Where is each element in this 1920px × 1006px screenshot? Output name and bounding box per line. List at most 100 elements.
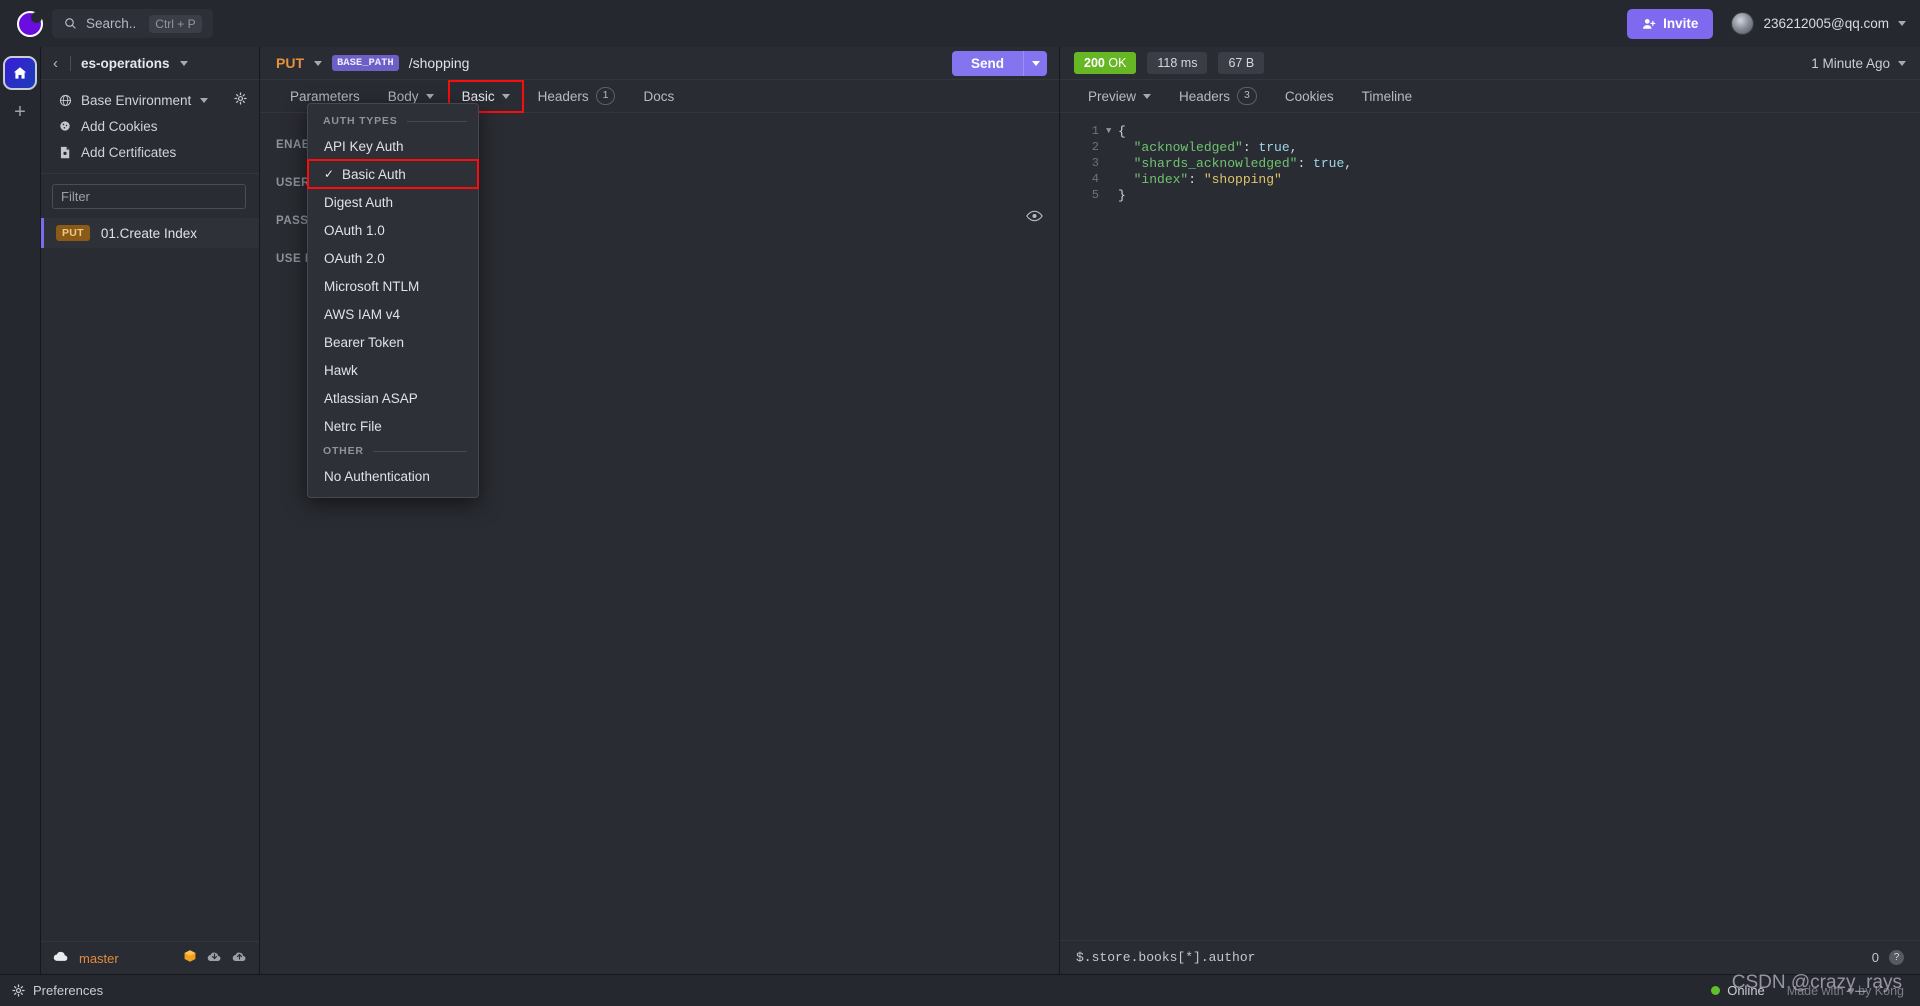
cookie-icon bbox=[58, 120, 72, 132]
package-icon[interactable] bbox=[183, 949, 197, 968]
jsonpath-filter-input[interactable]: $.store.books[*].author bbox=[1076, 950, 1862, 965]
method-selector[interactable]: PUT bbox=[276, 55, 304, 71]
chevron-down-icon bbox=[1143, 93, 1152, 99]
request-method-badge: PUT bbox=[56, 225, 90, 241]
line-number: 4 bbox=[1091, 172, 1099, 186]
menu-item-label: AWS IAM v4 bbox=[324, 306, 401, 322]
menu-item-label: Bearer Token bbox=[324, 334, 405, 350]
made-with-label: Made with ♥ by Kong bbox=[1786, 983, 1904, 998]
env-variable-chip[interactable]: BASE_PATH bbox=[332, 55, 399, 71]
main-area: + ‹ es-operations Base Environment Add C… bbox=[0, 47, 1920, 974]
sidebar-item-label: Base Environment bbox=[81, 92, 192, 108]
preferences-label: Preferences bbox=[33, 983, 104, 998]
menu-item-label: Microsoft NTLM bbox=[324, 278, 420, 294]
gear-icon[interactable] bbox=[234, 92, 247, 108]
auth-type-dropdown-menu[interactable]: AUTH TYPES API Key Auth ✓ Basic Auth Digest… bbox=[307, 103, 479, 498]
add-person-icon bbox=[1643, 18, 1656, 29]
menu-item-label: Atlassian ASAP bbox=[324, 390, 418, 406]
menu-item-digest-auth[interactable]: Digest Auth bbox=[308, 188, 478, 216]
menu-item-atlassian-asap[interactable]: Atlassian ASAP bbox=[308, 384, 478, 412]
chevron-down-icon[interactable] bbox=[314, 60, 322, 66]
insomnia-logo-icon bbox=[17, 10, 43, 37]
online-status: Online bbox=[1711, 983, 1765, 998]
status-bar: Preferences Online Made with ♥ by Kong C… bbox=[0, 972, 1920, 1006]
menu-item-label: No Authentication bbox=[324, 468, 430, 484]
filter-input[interactable] bbox=[52, 184, 246, 209]
search-placeholder: Search.. bbox=[86, 16, 137, 31]
send-options-button[interactable] bbox=[1023, 50, 1047, 76]
menu-item-oauth-2-0[interactable]: OAuth 2.0 bbox=[308, 244, 478, 272]
home-button[interactable] bbox=[3, 56, 37, 90]
push-icon[interactable] bbox=[232, 949, 247, 967]
response-tabs: Preview Headers 3 Cookies Timeline bbox=[1060, 80, 1920, 113]
sidebar-filter-row bbox=[41, 174, 293, 218]
send-button[interactable]: Send bbox=[951, 50, 1023, 76]
menu-item-no-authentication[interactable]: No Authentication bbox=[308, 462, 478, 490]
response-history-dropdown[interactable]: 1 Minute Ago bbox=[1811, 56, 1906, 71]
app-window: Search.. Ctrl + P Invite 236212005@qq.co… bbox=[0, 0, 1920, 1006]
preferences-button[interactable]: Preferences bbox=[12, 983, 103, 998]
account-menu[interactable]: 236212005@qq.com bbox=[1731, 12, 1906, 35]
code-text: { bbox=[1118, 123, 1126, 139]
menu-item-label: OAuth 1.0 bbox=[324, 222, 385, 238]
menu-section-other: OTHER bbox=[308, 440, 478, 462]
divider bbox=[372, 450, 467, 452]
workspace-name: es-operations bbox=[81, 55, 170, 71]
code-line: 3 "shards_acknowledged": true, bbox=[1060, 155, 1920, 171]
back-icon[interactable]: ‹ bbox=[51, 56, 60, 71]
code-text: } bbox=[1118, 187, 1126, 203]
home-icon bbox=[13, 67, 27, 79]
tab-headers[interactable]: Headers 1 bbox=[524, 80, 630, 113]
pull-icon[interactable] bbox=[207, 949, 222, 967]
response-time: 118 ms bbox=[1147, 52, 1208, 74]
chevron-down-icon[interactable] bbox=[179, 60, 188, 66]
response-pane: 200 OK 118 ms 67 B 1 Minute Ago Preview … bbox=[1060, 47, 1920, 974]
search-input[interactable]: Search.. Ctrl + P bbox=[52, 9, 213, 38]
code-text: "shards_acknowledged": true, bbox=[1133, 155, 1353, 171]
fold-toggle-icon[interactable]: ▼ bbox=[1106, 126, 1118, 136]
sidebar-item-add-certificates[interactable]: Add Certificates bbox=[41, 139, 259, 165]
git-branch-label[interactable]: master bbox=[79, 951, 119, 966]
add-workspace-button[interactable]: + bbox=[14, 102, 26, 122]
invite-button[interactable]: Invite bbox=[1627, 8, 1714, 39]
sidebar-item-base-environment[interactable]: Base Environment bbox=[41, 87, 259, 113]
divider bbox=[70, 55, 71, 71]
list-item[interactable]: PUT 01.Create Index bbox=[41, 218, 259, 248]
tab-docs[interactable]: Docs bbox=[629, 80, 688, 113]
icon-rail: + bbox=[0, 47, 41, 974]
tab-timeline[interactable]: Timeline bbox=[1348, 80, 1427, 113]
code-line: 2 "acknowledged": true, bbox=[1060, 139, 1920, 155]
sidebar-item-label: Add Certificates bbox=[81, 144, 177, 160]
code-text: "acknowledged": true, bbox=[1133, 139, 1298, 155]
code-line: 4 "index": "shopping" bbox=[1060, 171, 1920, 187]
tab-cookies[interactable]: Cookies bbox=[1271, 80, 1348, 113]
search-icon bbox=[65, 18, 76, 29]
account-email: 236212005@qq.com bbox=[1763, 16, 1889, 31]
chevron-down-icon bbox=[501, 93, 510, 99]
menu-item-oauth-1-0[interactable]: OAuth 1.0 bbox=[308, 216, 478, 244]
tab-preview[interactable]: Preview bbox=[1074, 80, 1165, 113]
menu-item-hawk[interactable]: Hawk bbox=[308, 356, 478, 384]
menu-item-aws-iam-v4[interactable]: AWS IAM v4 bbox=[308, 300, 478, 328]
url-input[interactable]: /shopping bbox=[409, 55, 470, 71]
code-line: 1 ▼{ bbox=[1060, 123, 1920, 139]
menu-item-label: Hawk bbox=[324, 362, 358, 378]
response-status-bar: 200 OK 118 ms 67 B 1 Minute Ago bbox=[1060, 47, 1920, 80]
status-badge: 200 OK bbox=[1074, 52, 1137, 74]
menu-item-netrc-file[interactable]: Netrc File bbox=[308, 412, 478, 440]
menu-item-basic-auth[interactable]: ✓ Basic Auth bbox=[307, 159, 479, 189]
help-icon[interactable]: ? bbox=[1889, 950, 1904, 965]
menu-item-api-key-auth[interactable]: API Key Auth bbox=[308, 132, 478, 160]
menu-section-auth-types: AUTH TYPES bbox=[308, 110, 478, 132]
line-number: 2 bbox=[1091, 140, 1099, 154]
menu-item-bearer-token[interactable]: Bearer Token bbox=[308, 328, 478, 356]
sidebar-item-add-cookies[interactable]: Add Cookies bbox=[41, 113, 259, 139]
check-icon: ✓ bbox=[324, 167, 335, 181]
show-password-icon[interactable] bbox=[1026, 209, 1043, 227]
menu-item-microsoft-ntlm[interactable]: Microsoft NTLM bbox=[308, 272, 478, 300]
response-body-viewer[interactable]: 1 ▼{2 "acknowledged": true, 3 "shards_ackn… bbox=[1060, 113, 1920, 940]
url-bar: PUT BASE_PATH /shopping Send bbox=[260, 47, 1059, 80]
tab-response-headers[interactable]: Headers 3 bbox=[1165, 80, 1271, 113]
sidebar-footer: master bbox=[41, 941, 259, 974]
